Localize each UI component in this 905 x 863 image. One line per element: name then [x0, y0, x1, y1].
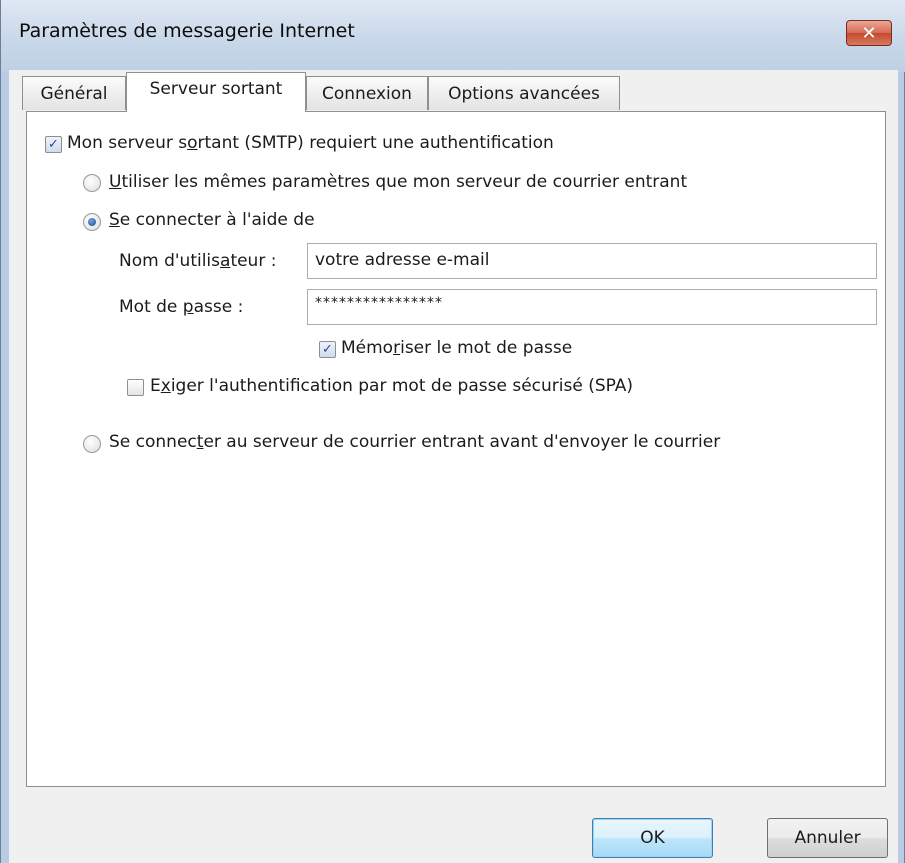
check-icon: ✓ — [48, 137, 59, 152]
username-input[interactable]: votre adresse e-mail — [307, 243, 877, 279]
spa-label[interactable]: Exiger l'authentification par mot de pas… — [150, 376, 633, 396]
password-input[interactable]: **************** — [307, 289, 877, 325]
check-icon: ✓ — [322, 342, 333, 357]
tab-options-avancees-label: Options avancées — [448, 83, 600, 104]
dialog-window: Paramètres de messagerie Internet ✕ Géné… — [0, 0, 905, 863]
window-title: Paramètres de messagerie Internet — [19, 20, 355, 42]
radio-logon-incoming-first[interactable] — [83, 435, 101, 453]
tab-general[interactable]: Général — [22, 76, 126, 110]
tab-serveur-sortant[interactable]: Serveur sortant — [126, 72, 306, 112]
close-button[interactable]: ✕ — [846, 20, 892, 46]
remember-password-checkbox[interactable]: ✓ — [319, 341, 336, 358]
smtp-auth-checkbox[interactable]: ✓ — [45, 136, 62, 153]
title-bar[interactable]: Paramètres de messagerie Internet ✕ — [1, 0, 905, 72]
tab-general-label: Général — [40, 83, 108, 104]
tab-serveur-sortant-label: Serveur sortant — [149, 79, 283, 99]
cancel-button[interactable]: Annuler — [767, 818, 888, 858]
ok-button[interactable]: OK — [592, 818, 713, 858]
tab-connexion-label: Connexion — [322, 83, 412, 104]
radio-same-settings-label[interactable]: Utiliser les mêmes paramètres que mon se… — [109, 172, 687, 192]
tab-panel-serveur-sortant: ✓ Mon serveur sortant (SMTP) requiert un… — [26, 111, 886, 787]
remember-password-label[interactable]: Mémoriser le mot de passe — [341, 338, 572, 358]
tab-connexion[interactable]: Connexion — [306, 76, 428, 110]
username-label: Nom d'utilisateur : — [119, 251, 277, 271]
spa-checkbox[interactable] — [127, 379, 144, 396]
radio-log-on-using[interactable] — [83, 213, 101, 231]
radio-log-on-using-label[interactable]: Se connecter à l'aide de — [109, 210, 315, 230]
close-icon: ✕ — [861, 22, 877, 44]
dialog-client-area: Général Serveur sortant Connexion Option… — [9, 70, 898, 863]
radio-same-settings[interactable] — [83, 174, 101, 192]
tab-options-avancees[interactable]: Options avancées — [428, 76, 620, 110]
password-label: Mot de passe : — [119, 297, 244, 317]
radio-logon-incoming-first-label[interactable]: Se connecter au serveur de courrier entr… — [109, 432, 720, 452]
smtp-auth-label[interactable]: Mon serveur sortant (SMTP) requiert une … — [67, 133, 554, 153]
